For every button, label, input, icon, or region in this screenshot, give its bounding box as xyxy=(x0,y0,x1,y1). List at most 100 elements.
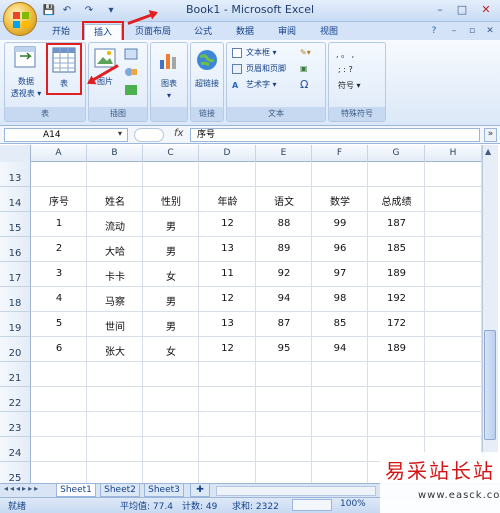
sheet-tab-3[interactable]: Sheet3 xyxy=(144,484,184,497)
column-header[interactable]: F xyxy=(312,145,368,162)
table-cell[interactable]: 卡卡 xyxy=(87,268,143,283)
table-header-cell[interactable]: 语文 xyxy=(256,193,312,208)
table-cell[interactable]: 94 xyxy=(312,343,368,354)
horizontal-scrollbar[interactable] xyxy=(216,486,376,496)
column-header[interactable]: B xyxy=(87,145,143,162)
table-header-cell[interactable]: 年龄 xyxy=(199,193,256,208)
hyperlink-label[interactable]: 超链接 xyxy=(190,78,224,89)
maximize-button[interactable]: □ xyxy=(452,2,472,18)
table-cell[interactable]: 94 xyxy=(256,293,312,304)
signature-line-icon[interactable]: ✎▾ xyxy=(300,47,311,59)
row-header[interactable]: 24 xyxy=(0,437,31,462)
table-cell[interactable]: 12 xyxy=(199,343,256,354)
table-cell[interactable]: 4 xyxy=(31,293,87,304)
table-cell[interactable]: 马察 xyxy=(87,293,143,308)
header-footer-button[interactable]: 页眉和页脚 xyxy=(246,63,286,75)
minimize-button[interactable]: – xyxy=(430,2,450,18)
name-box[interactable]: A14 xyxy=(4,128,128,142)
view-buttons[interactable] xyxy=(292,499,332,511)
table-cell[interactable]: 3 xyxy=(31,268,87,279)
table-cell[interactable]: 97 xyxy=(312,268,368,279)
scroll-up-icon[interactable]: ▲ xyxy=(485,147,491,156)
vertical-scroll-thumb[interactable] xyxy=(484,330,496,440)
table-cell[interactable]: 13 xyxy=(199,243,256,254)
table-cell[interactable]: 2 xyxy=(31,243,87,254)
picture-icon[interactable] xyxy=(94,48,116,68)
clipart-icon[interactable] xyxy=(124,48,138,60)
column-header[interactable]: H xyxy=(425,145,482,162)
row-header[interactable]: 16 xyxy=(0,237,31,262)
tab-review[interactable]: 审阅 xyxy=(270,24,304,40)
chart-label[interactable]: 图表 xyxy=(152,78,186,89)
zoom-level[interactable]: 100% xyxy=(340,499,366,509)
table-cell[interactable]: 96 xyxy=(312,243,368,254)
row-header[interactable]: 23 xyxy=(0,412,31,437)
column-header[interactable]: E xyxy=(256,145,312,162)
chart-icon[interactable] xyxy=(158,48,180,70)
textbox-button[interactable]: 文本框 ▾ xyxy=(246,47,277,59)
pivot-table-label-1[interactable]: 数据 xyxy=(6,76,46,87)
sheet-nav-arrows-icon[interactable]: ◂◂◂▸▸▸ xyxy=(4,484,40,493)
close-button[interactable]: ✕ xyxy=(476,2,496,18)
table-cell[interactable]: 男 xyxy=(143,218,199,233)
tab-formulas[interactable]: 公式 xyxy=(186,24,220,40)
symbol-button[interactable]: 符号 ▾ xyxy=(338,80,361,92)
insert-function-icon[interactable]: fx xyxy=(174,128,183,139)
table-cell[interactable]: 192 xyxy=(368,293,425,304)
sheet-tab-2[interactable]: Sheet2 xyxy=(100,484,140,497)
table-header-cell[interactable]: 姓名 xyxy=(87,193,143,208)
row-header[interactable]: 22 xyxy=(0,387,31,412)
shapes-icon[interactable] xyxy=(124,66,138,78)
column-header[interactable]: G xyxy=(368,145,425,162)
object-icon[interactable]: ▣ xyxy=(300,63,308,75)
table-cell[interactable]: 6 xyxy=(31,343,87,354)
column-header[interactable]: C xyxy=(143,145,199,162)
table-cell[interactable]: 男 xyxy=(143,243,199,258)
table-cell[interactable]: 98 xyxy=(312,293,368,304)
table-cell[interactable]: 12 xyxy=(199,293,256,304)
ribbon-restore-button[interactable]: ▫ xyxy=(466,24,478,38)
wordart-button[interactable]: 艺术字 ▾ xyxy=(246,79,277,91)
table-cell[interactable]: 女 xyxy=(143,268,199,283)
column-header[interactable]: D xyxy=(199,145,256,162)
hyperlink-globe-icon[interactable] xyxy=(195,48,219,72)
pivot-table-icon[interactable] xyxy=(14,46,36,68)
tab-page-layout[interactable]: 页面布局 xyxy=(128,24,178,40)
table-header-cell[interactable]: 总成绩 xyxy=(368,193,425,208)
table-cell[interactable]: 流动 xyxy=(87,218,143,233)
table-cell[interactable]: 92 xyxy=(256,268,312,279)
chart-dropdown-arrow[interactable]: ▾ xyxy=(152,90,186,101)
sheet-tab-1[interactable]: Sheet1 xyxy=(56,484,96,497)
table-cell[interactable]: 99 xyxy=(312,218,368,229)
ribbon-close-button[interactable]: ✕ xyxy=(484,24,496,38)
table-cell[interactable]: 张大 xyxy=(87,343,143,358)
table-cell[interactable]: 女 xyxy=(143,343,199,358)
table-cell[interactable]: 185 xyxy=(368,243,425,254)
table-cell[interactable]: 87 xyxy=(256,318,312,329)
row-header[interactable]: 13 xyxy=(0,162,31,187)
formula-bar-expander[interactable] xyxy=(134,128,164,142)
table-cell[interactable]: 95 xyxy=(256,343,312,354)
row-header[interactable]: 20 xyxy=(0,337,31,362)
row-header[interactable]: 14 xyxy=(0,187,31,212)
table-cell[interactable]: 12 xyxy=(199,218,256,229)
table-cell[interactable]: 11 xyxy=(199,268,256,279)
table-cell[interactable]: 5 xyxy=(31,318,87,329)
row-header[interactable]: 18 xyxy=(0,287,31,312)
punctuation-row-1[interactable]: , 。 , xyxy=(336,49,354,61)
table-cell[interactable]: 13 xyxy=(199,318,256,329)
table-header-cell[interactable]: 性别 xyxy=(143,193,199,208)
row-header[interactable]: 15 xyxy=(0,212,31,237)
table-cell[interactable]: 89 xyxy=(256,243,312,254)
row-header[interactable]: 21 xyxy=(0,362,31,387)
insert-sheet-icon[interactable]: ✚ xyxy=(190,484,210,497)
table-cell[interactable]: 男 xyxy=(143,293,199,308)
table-header-cell[interactable]: 数学 xyxy=(312,193,368,208)
help-icon[interactable]: ? xyxy=(428,24,440,38)
table-cell[interactable]: 187 xyxy=(368,218,425,229)
row-header[interactable]: 19 xyxy=(0,312,31,337)
punctuation-row-2[interactable]: ; : ? xyxy=(338,64,353,76)
symbol-omega-icon[interactable]: Ω xyxy=(300,79,308,91)
office-button[interactable] xyxy=(3,2,37,36)
table-cell[interactable]: 男 xyxy=(143,318,199,333)
